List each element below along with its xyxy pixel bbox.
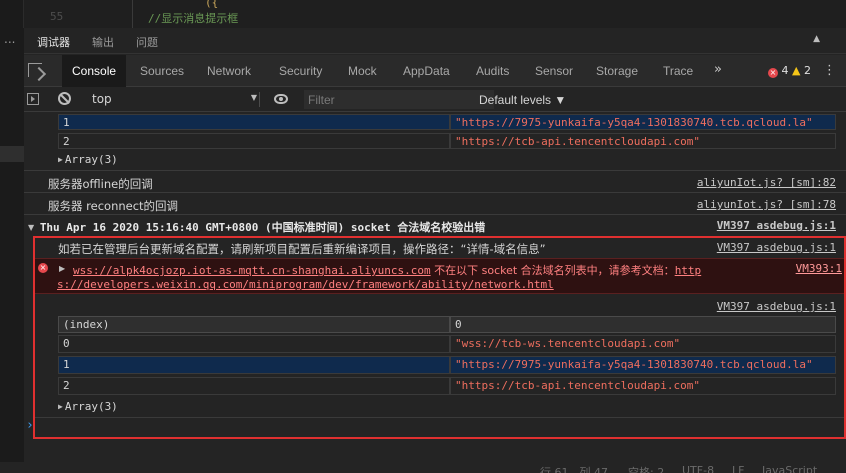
status-bar: 行 61，列 47 空格: 2 UTF-8 LF JavaScript [0, 462, 846, 473]
row-divider [24, 170, 846, 171]
array-label: Array(3) [64, 153, 118, 166]
tab-debugger[interactable]: 调试器 [37, 34, 70, 57]
table-header-value[interactable]: 0 [450, 316, 836, 333]
table-value-cell: "https://7975-yunkaifa-y5qa4-1301830740.… [450, 114, 836, 130]
row-divider [24, 192, 846, 193]
indentation[interactable]: 空格: 2 [628, 464, 664, 473]
devtools-tab-bar: Console Sources Network Security Mock Ap… [24, 55, 846, 87]
table-index-cell: 1 [58, 114, 450, 130]
expand-triangle-icon[interactable]: ▶ [59, 264, 65, 273]
group-title: Thu Apr 16 2020 15:16:40 GMT+0800 (中国标准时… [39, 221, 486, 234]
log-message: 服务器offline的回调 [48, 177, 153, 191]
log-levels-dropdown[interactable]: Default levels ▼ [479, 93, 566, 107]
error-count: 4 [781, 64, 789, 77]
doc-link-start[interactable]: http [675, 264, 702, 277]
tab-network[interactable]: Network [207, 64, 251, 78]
table-index-cell: 0 [58, 335, 450, 353]
table-value-cell: "https://tcb-api.tencentcloudapi.com" [450, 133, 836, 149]
filter-input[interactable] [304, 90, 494, 109]
more-tabs-button[interactable]: » [714, 62, 722, 77]
source-link[interactable]: aliyunIot.js? [sm]:78 [697, 198, 836, 211]
log-message: 服务器 reconnect的回调 [48, 199, 179, 213]
collapse-triangle-icon: ▼ [28, 223, 35, 232]
tab-output[interactable]: 输出 [92, 34, 114, 50]
left-rail-highlight [0, 146, 24, 162]
show-sidebar-icon[interactable] [27, 93, 39, 105]
chevron-down-icon: ▼ [250, 93, 257, 102]
table-header-index[interactable]: (index) [58, 316, 450, 333]
console-filter-bar: top ▼ Default levels ▼ [24, 88, 846, 112]
source-link[interactable]: VM397 asdebug.js:1 [717, 241, 836, 254]
clear-console-icon[interactable] [58, 92, 71, 105]
editor-gutter [0, 0, 24, 28]
editor-brace: ({ [205, 0, 219, 9]
more-dots-icon[interactable]: ... [4, 32, 15, 46]
doc-link[interactable]: s://developers.weixin.qq.com/miniprogram… [57, 278, 554, 291]
panel-tab-bar: 调试器 输出 问题 ▲ [24, 28, 846, 57]
tab-console[interactable]: Console [62, 55, 127, 87]
log-message: 如若已在管理后台更新域名配置，请刷新项目配置后重新编译项目，操作路径：“详情-域… [58, 242, 546, 256]
tab-storage[interactable]: Storage [596, 64, 638, 78]
error-icon: × [38, 263, 48, 273]
warning-icon: ▲ [792, 64, 801, 77]
tab-mock[interactable]: Mock [348, 64, 377, 78]
left-rail: ... [0, 28, 24, 473]
array-expander[interactable]: ▶ Array(3) [58, 153, 846, 166]
expand-triangle-icon: ▶ [58, 155, 63, 164]
table-index-cell: 2 [58, 377, 450, 395]
inspect-element-icon[interactable] [28, 63, 42, 77]
end-of-line[interactable]: LF [732, 464, 744, 473]
table-value-cell: "wss://tcb-ws.tencentcloudapi.com" [450, 335, 836, 353]
tab-audits[interactable]: Audits [476, 64, 509, 78]
source-link[interactable]: aliyunIot.js? [sm]:82 [697, 176, 836, 189]
source-link[interactable]: VM393:1 [796, 262, 842, 275]
console-output: 1 "https://7975-yunkaifa-y5qa4-130183074… [24, 112, 846, 462]
tab-trace[interactable]: Trace [663, 64, 693, 78]
tab-problems[interactable]: 问题 [136, 34, 158, 50]
table-value-cell: "https://7975-yunkaifa-y5qa4-1301830740.… [450, 356, 836, 374]
tab-sources[interactable]: Sources [140, 64, 184, 78]
language-mode[interactable]: JavaScript [762, 464, 817, 473]
source-link[interactable]: VM397 asdebug.js:1 [717, 219, 836, 232]
error-warning-badge[interactable]: × 4 ▲ 2 [768, 64, 811, 78]
console-prompt[interactable]: › [26, 418, 34, 433]
error-icon: × [768, 68, 778, 78]
table-index-cell: 1 [58, 356, 450, 374]
encoding[interactable]: UTF-8 [682, 464, 714, 473]
source-link[interactable]: VM397 asdebug.js:1 [717, 300, 836, 313]
console-group-header[interactable]: ▼ Thu Apr 16 2020 15:16:40 GMT+0800 (中国标… [28, 219, 836, 235]
array-expander[interactable]: ▶ Array(3) [58, 400, 846, 413]
tab-security[interactable]: Security [279, 64, 322, 78]
toolbar-divider [259, 92, 260, 107]
table-value-cell: "https://tcb-api.tencentcloudapi.com" [450, 377, 836, 395]
editor-line-number: 55 [50, 10, 64, 23]
kebab-menu-icon[interactable]: ⋮ [823, 63, 836, 78]
table-index-cell: 2 [58, 133, 450, 149]
indent-guide [132, 0, 133, 28]
cursor-position[interactable]: 行 61，列 47 [540, 464, 608, 473]
code-editor-strip: 55 ({ //显示消息提示框 [0, 0, 846, 28]
array-label: Array(3) [64, 400, 118, 413]
tab-appdata[interactable]: AppData [403, 64, 450, 78]
context-value: top [92, 92, 112, 106]
row-divider [24, 214, 846, 215]
editor-comment: //显示消息提示框 [148, 12, 239, 25]
tab-sensor[interactable]: Sensor [535, 64, 573, 78]
context-selector[interactable]: top ▼ [92, 92, 257, 106]
expand-triangle-icon: ▶ [58, 402, 63, 411]
row-divider [35, 417, 844, 418]
console-error-row: × ▶ wss://alpk4ocjozp.iot-as-mqtt.cn-sha… [35, 258, 844, 294]
collapse-panel-icon[interactable]: ▲ [813, 34, 820, 44]
error-message: 不在以下 socket 合法域名列表中，请参考文档： [430, 264, 675, 277]
live-expression-eye-icon[interactable] [274, 94, 288, 104]
warning-count: 2 [803, 64, 811, 77]
error-url-link[interactable]: wss://alpk4ocjozp.iot-as-mqtt.cn-shangha… [73, 264, 431, 277]
